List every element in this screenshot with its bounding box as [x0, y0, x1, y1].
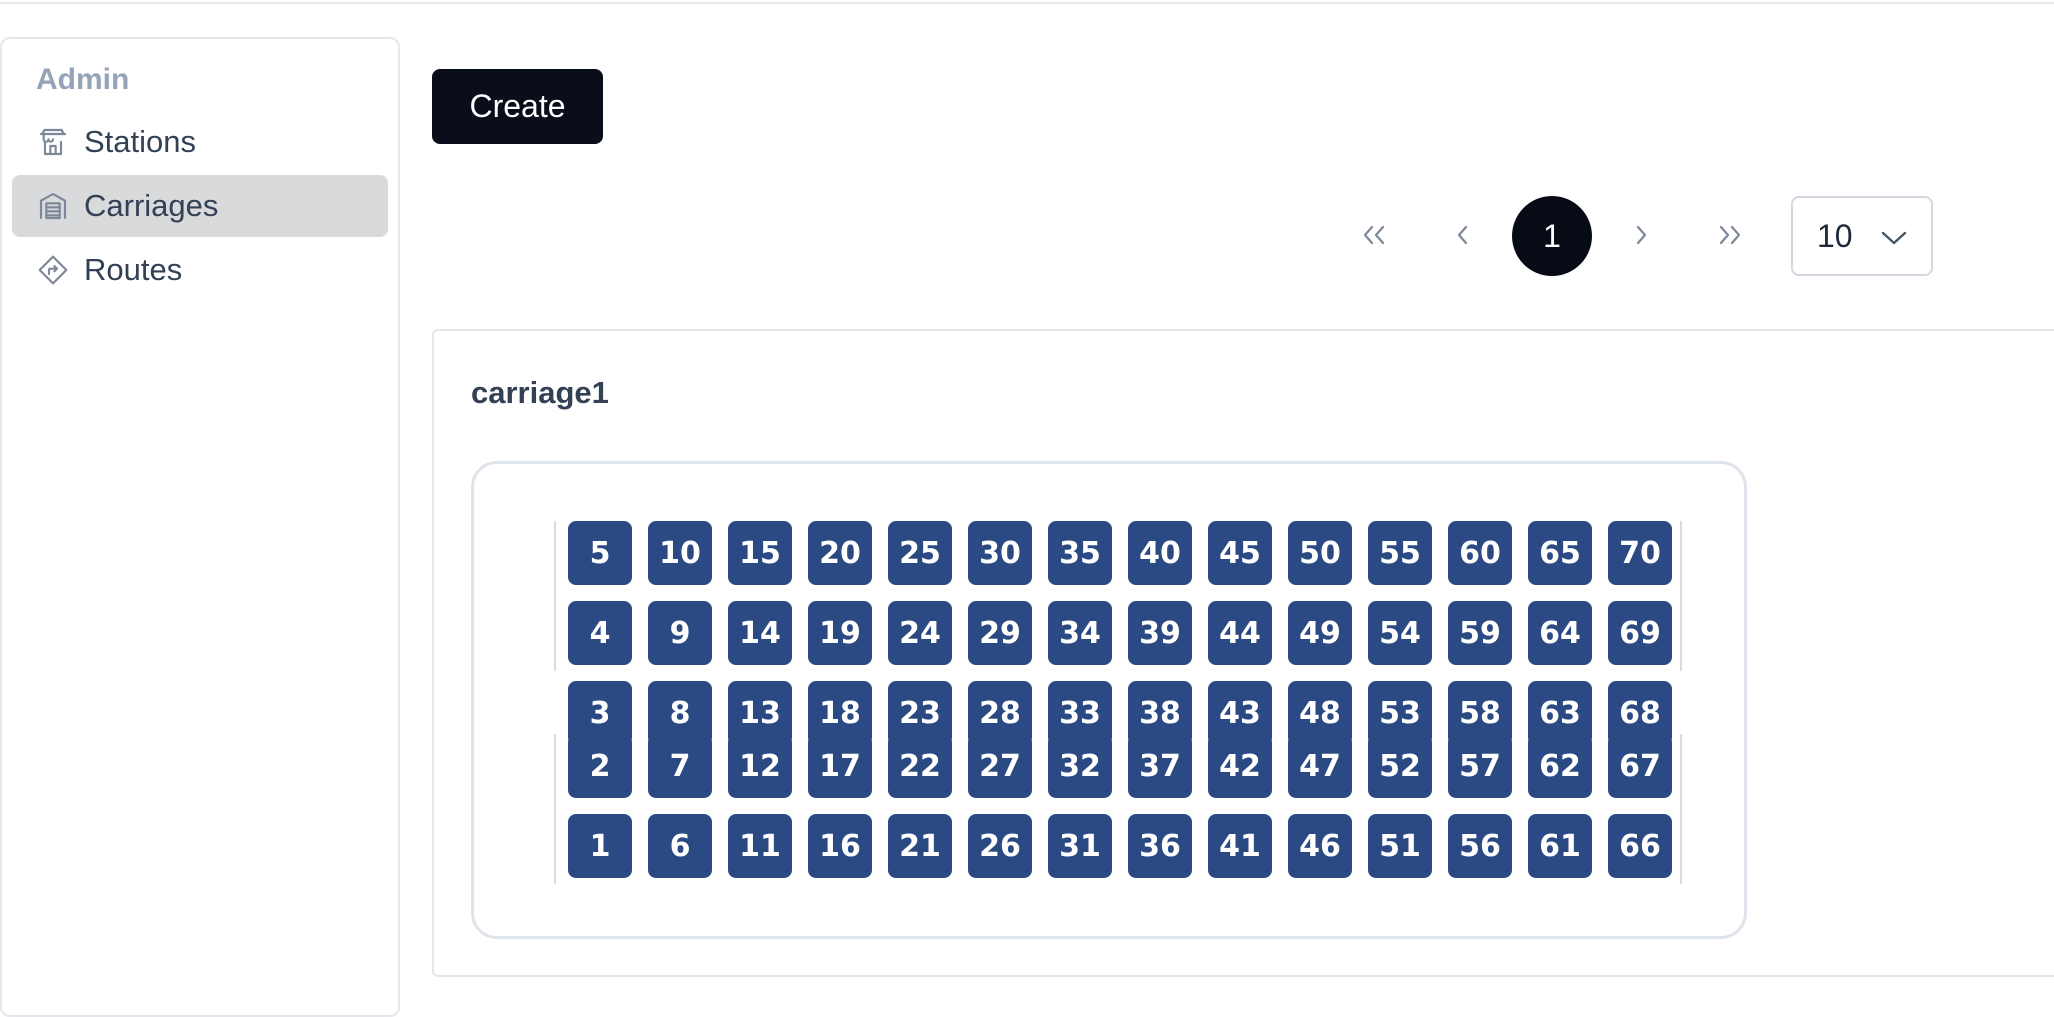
seat-button[interactable]: 26 — [968, 814, 1032, 878]
page-size-select[interactable]: 10 — [1791, 196, 1933, 276]
seat-button[interactable]: 31 — [1048, 814, 1112, 878]
carriage-seat-map: 5 10 15 20 25 30 35 40 45 50 55 60 65 70 4 9 14 19 24 29 34… — [471, 461, 1747, 939]
create-button[interactable]: Create — [432, 69, 603, 144]
next-page-button[interactable] — [1601, 196, 1681, 276]
seat-button[interactable]: 17 — [808, 734, 872, 798]
page-size-value: 10 — [1817, 217, 1853, 254]
seat-button[interactable]: 40 — [1128, 521, 1192, 585]
seat-button[interactable]: 64 — [1528, 601, 1592, 665]
first-page-button[interactable] — [1334, 196, 1414, 276]
sidebar-item-routes[interactable]: Routes — [12, 239, 388, 301]
seat-button[interactable]: 24 — [888, 601, 952, 665]
previous-page-button[interactable] — [1423, 196, 1503, 276]
seat-button[interactable]: 66 — [1608, 814, 1672, 878]
seat-button[interactable]: 61 — [1528, 814, 1592, 878]
seat-button[interactable]: 19 — [808, 601, 872, 665]
seat-button[interactable]: 70 — [1608, 521, 1672, 585]
seat-button[interactable]: 47 — [1288, 734, 1352, 798]
top-divider — [0, 0, 2054, 4]
seat-button[interactable]: 27 — [968, 734, 1032, 798]
current-page-button[interactable]: 1 — [1512, 196, 1592, 276]
seat-button[interactable]: 65 — [1528, 521, 1592, 585]
seat-button[interactable]: 22 — [888, 734, 952, 798]
seat-button[interactable]: 16 — [808, 814, 872, 878]
seat-button[interactable]: 51 — [1368, 814, 1432, 878]
sidebar-item-label: Stations — [84, 124, 197, 159]
seat-button[interactable]: 45 — [1208, 521, 1272, 585]
seat-button[interactable]: 29 — [968, 601, 1032, 665]
seat-button[interactable]: 32 — [1048, 734, 1112, 798]
seat-button[interactable]: 9 — [648, 601, 712, 665]
seat-button[interactable]: 39 — [1128, 601, 1192, 665]
seat-button[interactable]: 55 — [1368, 521, 1432, 585]
seat-button[interactable]: 35 — [1048, 521, 1112, 585]
seat-button[interactable]: 12 — [728, 734, 792, 798]
seat-button[interactable]: 34 — [1048, 601, 1112, 665]
seat-button[interactable]: 50 — [1288, 521, 1352, 585]
route-sign-icon — [36, 253, 70, 287]
seat-button[interactable]: 36 — [1128, 814, 1192, 878]
seat-button[interactable]: 62 — [1528, 734, 1592, 798]
seat-row: 4 9 14 19 24 29 34 39 44 49 54 59 64 69 — [568, 601, 1672, 665]
double-chevron-left-icon — [1358, 215, 1390, 257]
seat-button[interactable]: 20 — [808, 521, 872, 585]
seat-button[interactable]: 49 — [1288, 601, 1352, 665]
upper-seat-block: 5 10 15 20 25 30 35 40 45 50 55 60 65 70 4 9 14 19 24 29 34… — [554, 521, 1682, 745]
seat-button[interactable]: 21 — [888, 814, 952, 878]
sidebar-item-stations[interactable]: Stations — [12, 111, 388, 173]
seat-button[interactable]: 7 — [648, 734, 712, 798]
seat-button[interactable]: 10 — [648, 521, 712, 585]
seat-button[interactable]: 60 — [1448, 521, 1512, 585]
chevron-right-icon — [1631, 215, 1651, 257]
seat-button[interactable]: 1 — [568, 814, 632, 878]
seat-button[interactable]: 41 — [1208, 814, 1272, 878]
seat-button[interactable]: 4 — [568, 601, 632, 665]
sidebar-section-title: Admin — [36, 63, 130, 96]
seat-button[interactable]: 67 — [1608, 734, 1672, 798]
seat-button[interactable]: 5 — [568, 521, 632, 585]
seat-button[interactable]: 44 — [1208, 601, 1272, 665]
carriage-card: carriage1 5 10 15 20 25 30 35 40 45 50 55 60 65 70 49… — [432, 329, 2054, 977]
station-icon — [36, 125, 70, 159]
carriage-name: carriage1 — [471, 375, 609, 410]
seat-button[interactable]: 25 — [888, 521, 952, 585]
lower-seat-block: 2 7 12 17 22 27 32 37 42 47 52 57 62 67 1 6 11 16 21 26 31 3… — [554, 734, 1682, 884]
seat-button[interactable]: 54 — [1368, 601, 1432, 665]
seat-button[interactable]: 30 — [968, 521, 1032, 585]
seat-button[interactable]: 46 — [1288, 814, 1352, 878]
double-chevron-right-icon — [1714, 215, 1746, 257]
seat-row: 2 7 12 17 22 27 32 37 42 47 52 57 62 67 — [568, 734, 1672, 798]
carriage-icon — [36, 189, 70, 223]
seat-button[interactable]: 56 — [1448, 814, 1512, 878]
seat-button[interactable]: 6 — [648, 814, 712, 878]
seat-button[interactable]: 15 — [728, 521, 792, 585]
chevron-down-icon — [1879, 223, 1909, 261]
seat-button[interactable]: 37 — [1128, 734, 1192, 798]
sidebar-item-carriages[interactable]: Carriages — [12, 175, 388, 237]
seat-row: 1 6 11 16 21 26 31 36 41 46 51 56 61 66 — [568, 814, 1672, 878]
chevron-left-icon — [1453, 215, 1473, 257]
admin-sidebar: Admin Stations Carriages Routes — [0, 37, 400, 1017]
seat-button[interactable]: 59 — [1448, 601, 1512, 665]
seat-row: 5 10 15 20 25 30 35 40 45 50 55 60 65 70 — [568, 521, 1672, 585]
seat-button[interactable]: 2 — [568, 734, 632, 798]
sidebar-item-label: Routes — [84, 252, 183, 287]
seat-button[interactable]: 42 — [1208, 734, 1272, 798]
seat-button[interactable]: 52 — [1368, 734, 1432, 798]
sidebar-item-label: Carriages — [84, 188, 219, 223]
last-page-button[interactable] — [1690, 196, 1770, 276]
seat-button[interactable]: 57 — [1448, 734, 1512, 798]
seat-button[interactable]: 14 — [728, 601, 792, 665]
seat-button[interactable]: 69 — [1608, 601, 1672, 665]
seat-button[interactable]: 11 — [728, 814, 792, 878]
